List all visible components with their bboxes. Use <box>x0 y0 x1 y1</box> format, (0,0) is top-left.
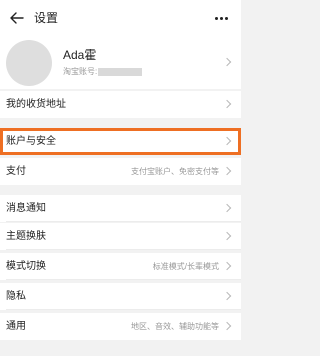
chevron-right-icon <box>222 203 232 213</box>
row-divider <box>6 249 241 250</box>
row-notifications[interactable]: 消息通知 <box>0 195 241 222</box>
chevron-right-icon <box>222 321 232 331</box>
row-label: 消息通知 <box>6 203 46 214</box>
top-bar: 设置 <box>0 0 241 36</box>
chevron-right-icon <box>222 291 232 301</box>
row-value: 支付宝账户、免密支付等 <box>131 167 219 176</box>
row-mode-switch[interactable]: 模式切换 标准模式/长辈模式 <box>0 253 241 280</box>
row-divider <box>6 279 241 280</box>
more-dots-icon[interactable] <box>211 9 231 27</box>
row-label: 通用 <box>6 321 26 332</box>
avatar[interactable] <box>6 40 52 86</box>
chevron-right-icon <box>222 136 232 146</box>
row-address[interactable]: 我的收货地址 <box>0 91 241 118</box>
row-label: 我的收货地址 <box>6 99 66 110</box>
row-label: 主题换肤 <box>6 231 46 242</box>
profile-name: Ada霍 <box>63 48 97 62</box>
chevron-right-icon <box>222 261 232 271</box>
account-mask <box>98 68 143 76</box>
row-theme[interactable]: 主题换肤 <box>0 223 241 250</box>
page-title: 设置 <box>34 11 59 25</box>
chevron-right-icon <box>222 166 232 176</box>
row-value: 标准模式/长辈模式 <box>152 262 219 271</box>
row-divider <box>6 221 241 222</box>
row-label: 账户与安全 <box>6 136 56 147</box>
row-label: 隐私 <box>6 291 26 302</box>
row-label: 模式切换 <box>6 261 46 272</box>
row-divider <box>6 309 241 310</box>
row-payment[interactable]: 支付 支付宝账户、免密支付等 <box>0 158 241 185</box>
profile-card[interactable]: Ada霍 淘宝账号: <box>0 36 241 89</box>
back-arrow-icon[interactable] <box>9 9 25 27</box>
account-label: 淘宝账号: <box>63 67 98 76</box>
row-general[interactable]: 通用 地区、音效、辅助功能等 <box>0 313 241 340</box>
account-number: 淘宝账号: <box>63 67 143 77</box>
row-account-security[interactable]: 账户与安全 <box>0 128 241 155</box>
row-label: 支付 <box>6 166 26 177</box>
chevron-right-icon <box>222 57 232 67</box>
row-privacy[interactable]: 隐私 <box>0 283 241 310</box>
chevron-right-icon <box>222 99 232 109</box>
row-value: 地区、音效、辅助功能等 <box>131 322 219 331</box>
chevron-right-icon <box>222 231 232 241</box>
